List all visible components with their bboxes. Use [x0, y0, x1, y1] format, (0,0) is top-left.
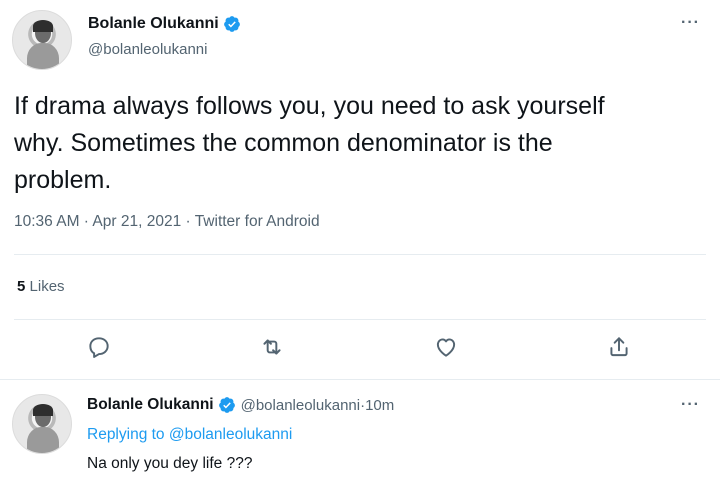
likes-link[interactable]: 5 Likes	[17, 278, 65, 295]
tweet-text-line: why. Sometimes the common denominator is…	[14, 129, 553, 157]
likes-count: 5	[17, 278, 26, 295]
reply-author-name[interactable]: Bolanle Olukanni	[87, 396, 214, 414]
tweet-text-line: problem.	[14, 166, 112, 194]
author-name-row[interactable]: Bolanle Olukanni	[88, 15, 241, 33]
tweet-time[interactable]: 10:36 AM	[14, 213, 80, 230]
tweet-date[interactable]: Apr 21, 2021	[92, 213, 181, 230]
author-display-name[interactable]: Bolanle Olukanni	[88, 15, 219, 33]
avatar[interactable]	[12, 10, 72, 70]
reply-icon[interactable]	[86, 334, 112, 360]
verified-badge-icon	[223, 16, 240, 32]
reply-tweet[interactable]: Bolanle Olukanni @bolanleolukanni · 10m …	[0, 380, 720, 483]
reply-text: Na only you dey life ???	[87, 455, 253, 472]
more-options-icon[interactable]: ···	[681, 14, 700, 32]
author-handle[interactable]: @bolanleolukanni	[88, 41, 207, 58]
meta-separator: ·	[79, 213, 93, 230]
replying-to-prefix: Replying to	[87, 426, 165, 443]
heart-icon[interactable]	[433, 334, 459, 360]
likes-label: Likes	[29, 278, 65, 295]
divider	[14, 319, 706, 320]
avatar[interactable]	[12, 394, 72, 454]
main-tweet: Bolanle Olukanni @bolanleolukanni ··· If…	[0, 0, 720, 379]
tweet-source[interactable]: Twitter for Android	[195, 213, 320, 230]
tweet-metadata: 10:36 AM · Apr 21, 2021 · Twitter for An…	[14, 213, 320, 231]
more-options-icon[interactable]: ···	[681, 396, 700, 414]
tweet-actions-bar	[0, 334, 720, 364]
replying-to-handle[interactable]: @bolanleolukanni	[169, 426, 292, 443]
tweet-text: If drama always follows you, you need to…	[14, 88, 694, 199]
divider	[14, 254, 706, 255]
reply-author-handle[interactable]: @bolanleolukanni	[241, 397, 360, 414]
tweet-text-line: If drama always follows you, you need to…	[14, 92, 605, 120]
replying-to-line: Replying to @bolanleolukanni	[87, 426, 292, 444]
reply-time[interactable]: 10m	[365, 397, 394, 414]
verified-badge-icon	[218, 397, 235, 413]
reply-author-row: Bolanle Olukanni @bolanleolukanni · 10m	[87, 396, 394, 414]
meta-separator: ·	[181, 213, 195, 230]
retweet-icon[interactable]	[259, 334, 285, 360]
share-icon[interactable]	[606, 334, 632, 360]
